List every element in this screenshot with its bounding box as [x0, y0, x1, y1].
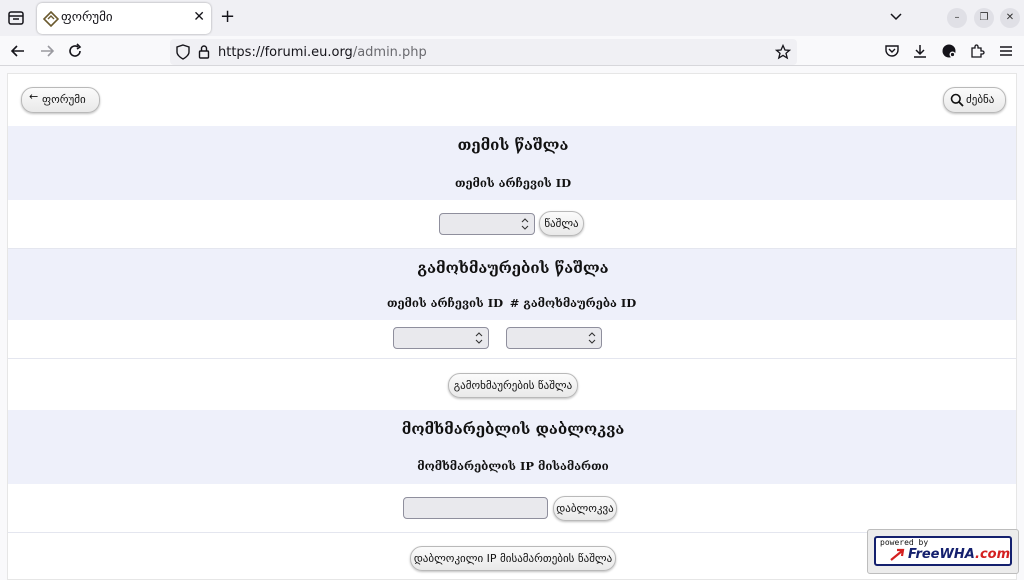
tab-overflow-chevron-icon[interactable] — [888, 8, 904, 24]
search-label: ძებნა — [966, 93, 995, 106]
url-path: /admin.php — [352, 45, 427, 60]
user-ip-label: მომხმარებლის IP მისამართი — [417, 459, 609, 473]
reload-icon[interactable] — [67, 43, 83, 59]
user-ip-input[interactable] — [403, 497, 548, 519]
extensions-puzzle-icon[interactable] — [969, 43, 985, 59]
stepper-arrows-icon[interactable] — [521, 217, 529, 231]
badge-brand-text: FreeWHA.com — [908, 547, 1010, 562]
tab-bar: ფორუმი ✕ + – ❐ ✕ — [0, 0, 1024, 36]
red-arrow-icon — [890, 548, 905, 561]
reply-id-stepper[interactable] — [506, 327, 602, 349]
delete-topic-title: თემის წაშლა — [457, 136, 569, 154]
badge-powered-text: powered by — [880, 538, 929, 547]
window-close-icon[interactable]: ✕ — [1000, 8, 1020, 28]
new-tab-icon[interactable]: + — [220, 6, 235, 27]
browser-tab[interactable]: ფორუმი ✕ — [37, 3, 211, 34]
left-arrow-icon: ← — [29, 90, 39, 103]
search-icon — [950, 93, 964, 107]
reply-topic-id-stepper[interactable] — [393, 327, 489, 349]
back-to-forum-label: ფორუმი — [42, 93, 86, 106]
block-user-button[interactable]: დაბლოკვა — [553, 496, 617, 521]
back-to-forum-button[interactable]: ← ფორუმი — [21, 87, 100, 113]
topic-id-stepper[interactable] — [439, 213, 535, 235]
pocket-icon[interactable] — [884, 43, 900, 59]
page-content: ← ფორუმი ძებნა თემის წაშლა თემის არჩევის… — [7, 73, 1017, 580]
restore-icon[interactable]: ❐ — [974, 8, 994, 28]
tab-title: ფორუმი — [61, 10, 113, 25]
badge-frame: powered by FreeWHA.com — [874, 536, 1012, 566]
powered-by-badge[interactable]: powered by FreeWHA.com — [867, 529, 1019, 574]
delete-topic-button[interactable]: წაშლა — [539, 211, 584, 236]
url-host: https://forumi.eu.org — [218, 45, 353, 60]
delete-reply-title: გამოხმაურების წაშლა — [417, 259, 609, 277]
badge-brand-suffix: .com — [975, 547, 1011, 562]
block-user-title: მომხმარებლის დაბლოკვა — [401, 420, 625, 438]
vpn-globe-icon[interactable] — [941, 43, 957, 59]
section-divider — [8, 532, 1016, 533]
delete-topic-id-label: თემის არჩევის ID — [454, 176, 572, 190]
shield-icon[interactable] — [176, 44, 190, 60]
tab-list-icon[interactable] — [6, 8, 26, 28]
section-divider — [8, 358, 1016, 359]
menu-hamburger-icon[interactable] — [998, 43, 1014, 59]
minimize-icon[interactable]: – — [947, 8, 967, 28]
stepper-arrows-icon[interactable] — [475, 331, 483, 345]
back-arrow-icon[interactable] — [10, 43, 26, 59]
forward-arrow-icon[interactable] — [39, 43, 55, 59]
url-text: https://forumi.eu.org/admin.php — [218, 45, 427, 60]
badge-brand-name: FreeWHA — [908, 547, 976, 562]
lock-icon[interactable] — [198, 44, 210, 60]
stepper-arrows-icon[interactable] — [588, 331, 596, 345]
downloads-icon[interactable] — [912, 43, 928, 59]
delete-blocked-ips-button[interactable]: დაბლოკილი IP მისამართების წაშლა — [410, 546, 616, 571]
bookmark-star-icon[interactable] — [775, 44, 791, 60]
delete-reply-button[interactable]: გამოხმაურების წაშლა — [448, 373, 578, 398]
url-bar[interactable]: https://forumi.eu.org/admin.php — [170, 39, 797, 65]
forum-favicon-icon — [43, 11, 59, 27]
navigation-bar: https://forumi.eu.org/admin.php — [0, 36, 1024, 66]
tab-close-icon[interactable]: ✕ — [193, 9, 205, 25]
search-button[interactable]: ძებნა — [943, 87, 1006, 113]
reply-id-label: # გამოხმაურება ID — [509, 296, 637, 310]
